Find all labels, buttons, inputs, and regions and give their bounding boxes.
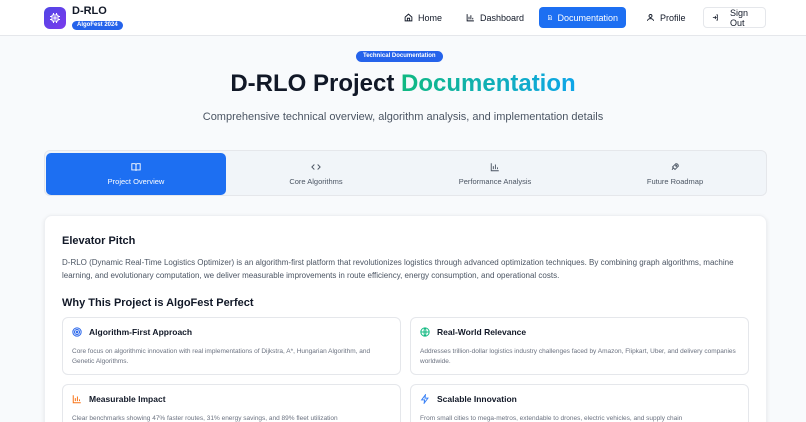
tab-performance-analysis[interactable]: Performance Analysis bbox=[405, 153, 585, 195]
why-algofest-heading: Why This Project is AlgoFest Perfect bbox=[62, 297, 254, 309]
lightning-icon bbox=[420, 394, 429, 404]
feature-card-measurable-impact: Measurable Impact Clear benchmarks showi… bbox=[62, 384, 401, 422]
feature-card-algorithm-first: Algorithm-First Approach Core focus on a… bbox=[62, 317, 401, 375]
elevator-pitch-heading: Elevator Pitch bbox=[62, 235, 136, 247]
rocket-icon bbox=[671, 163, 679, 171]
tab-label: Project Overview bbox=[107, 177, 165, 186]
tab-label: Performance Analysis bbox=[458, 177, 532, 186]
bar-chart-icon bbox=[72, 395, 81, 404]
overview-card: Elevator Pitch D-RLO (Dynamic Real-Time … bbox=[44, 215, 767, 422]
tab-core-algorithms[interactable]: Core Algorithms bbox=[226, 153, 406, 195]
feature-description: Clear benchmarks showing 47% faster rout… bbox=[72, 415, 338, 422]
documentation-tabs: Project Overview Core Algorithms Perform… bbox=[44, 150, 767, 196]
nav-dashboard-button[interactable]: Dashboard bbox=[458, 7, 532, 28]
sign-out-button[interactable]: Sign Out bbox=[703, 7, 766, 28]
nav-home-button[interactable]: Home bbox=[396, 7, 450, 28]
nav-home-label: Home bbox=[418, 12, 443, 23]
bar-chart-icon bbox=[466, 14, 474, 22]
home-icon bbox=[404, 13, 413, 22]
elevator-pitch-text: D-RLO (Dynamic Real-Time Logistics Optim… bbox=[62, 258, 734, 280]
app-logo-icon[interactable] bbox=[44, 7, 66, 29]
feature-description: Addresses trillion-dollar logistics indu… bbox=[420, 348, 736, 365]
page-title-main: D-RLO Project bbox=[230, 70, 401, 97]
tab-label: Core Algorithms bbox=[289, 177, 343, 186]
page-subtitle: Comprehensive technical overview, algori… bbox=[202, 111, 604, 123]
globe-icon bbox=[420, 327, 430, 337]
nav-profile-button[interactable]: Profile bbox=[638, 7, 694, 28]
tab-project-overview[interactable]: Project Overview bbox=[46, 153, 226, 195]
tab-label: Future Roadmap bbox=[646, 177, 704, 186]
feature-title: Real-World Relevance bbox=[437, 327, 527, 337]
sign-out-label: Sign Out bbox=[729, 7, 748, 28]
document-icon bbox=[548, 14, 552, 21]
code-icon bbox=[311, 164, 321, 170]
feature-card-real-world: Real-World Relevance Addresses trillion-… bbox=[410, 317, 749, 375]
page-title: D-RLO Project Documentation bbox=[0, 70, 806, 98]
user-icon bbox=[647, 14, 654, 21]
feature-title: Algorithm-First Approach bbox=[89, 327, 193, 337]
page-title-accent: Documentation bbox=[401, 70, 576, 97]
target-icon bbox=[72, 327, 82, 337]
feature-title: Measurable Impact bbox=[89, 394, 166, 404]
feature-card-scalable-innovation: Scalable Innovation From small cities to… bbox=[410, 384, 749, 422]
nav-profile-label: Profile bbox=[660, 12, 686, 23]
feature-title: Scalable Innovation bbox=[437, 394, 517, 404]
nav-dashboard-label: Dashboard bbox=[480, 12, 525, 23]
sign-out-icon bbox=[712, 14, 718, 21]
top-navbar: D-RLO AlgoFest 2024 Home Dashboard Docum… bbox=[0, 0, 806, 36]
feature-description: Core focus on algorithmic innovation wit… bbox=[72, 348, 371, 365]
section-badge: Technical Documentation bbox=[356, 51, 443, 62]
app-title: D-RLO bbox=[72, 5, 107, 17]
tab-future-roadmap[interactable]: Future Roadmap bbox=[585, 153, 765, 195]
feature-description: From small cities to mega-metros, extend… bbox=[420, 415, 683, 422]
nav-documentation-button[interactable]: Documentation bbox=[539, 7, 626, 28]
book-icon bbox=[131, 163, 141, 171]
bar-chart-icon bbox=[490, 163, 499, 172]
nav-documentation-label: Documentation bbox=[557, 12, 618, 23]
event-badge: AlgoFest 2024 bbox=[72, 21, 123, 30]
